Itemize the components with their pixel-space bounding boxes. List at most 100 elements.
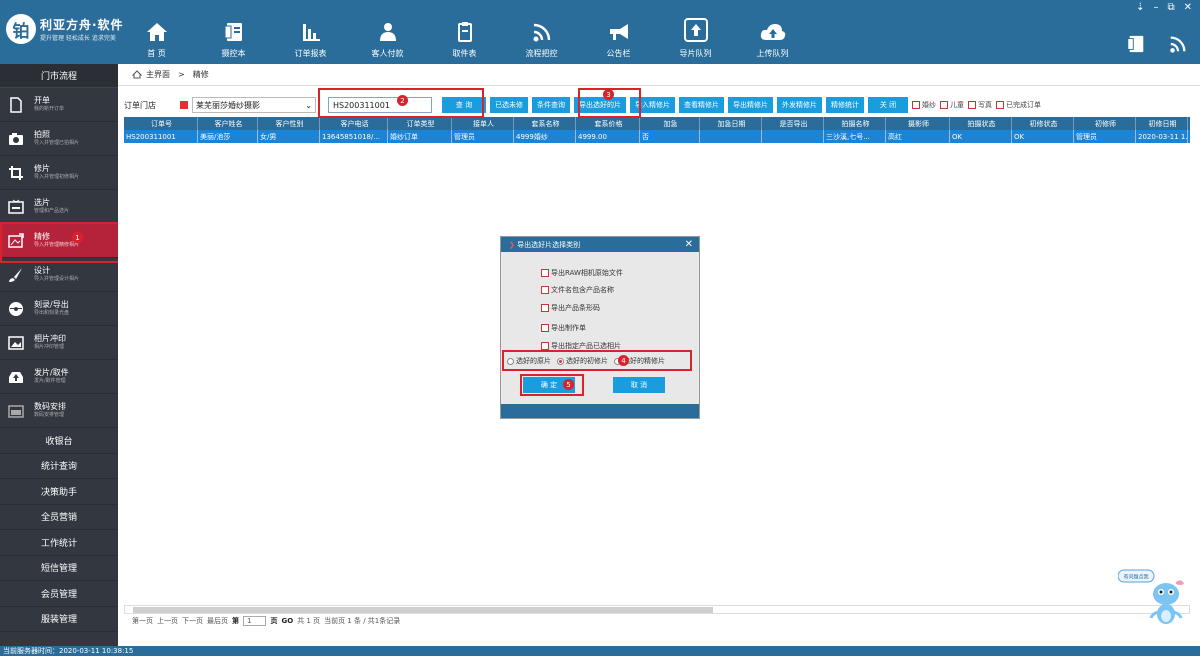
sidebar-item-title: 修片 (34, 164, 50, 173)
column-header[interactable]: 订单号 (124, 117, 198, 130)
column-header[interactable]: 是否导出 (762, 117, 824, 130)
option-filename-product[interactable]: 文件名包含产品名称 (541, 285, 614, 295)
portrait-checkbox[interactable]: 写真 (968, 100, 992, 110)
sidebar-item-burn-export[interactable]: 刻录/导出 导出和刻录光盘 (0, 292, 118, 326)
last-page-link[interactable]: 最后页 (207, 616, 228, 626)
sidebar-item-select[interactable]: 选片 管理和产品选片 (0, 190, 118, 224)
option-raw-files[interactable]: 导出RAW相机原始文件 (541, 268, 623, 278)
nav-order-report[interactable]: 订单报表 (272, 0, 349, 64)
page-number-input[interactable]: 1 (243, 616, 267, 626)
view-retouched-button[interactable]: 查看精修片 (679, 97, 724, 113)
table-row[interactable]: HS200311001 美丽/池莎 女/男 13645851018/... 婚纱… (124, 130, 1190, 143)
nav-label: 客人付款 (371, 49, 404, 58)
breadcrumb-home[interactable]: 主界面 (146, 69, 170, 80)
nav-customer-payment[interactable]: 客人付款 (349, 0, 426, 64)
outsource-retouch-button[interactable]: 外发精修片 (777, 97, 822, 113)
column-header[interactable]: 摄影师 (886, 117, 950, 130)
horizontal-scrollbar[interactable] (124, 605, 1190, 614)
sidebar-item-work-stats[interactable]: 工作统计 (0, 530, 118, 556)
help-mascot-icon[interactable]: 有问题点我 (1118, 568, 1192, 630)
column-header[interactable]: 套系名称 (514, 117, 576, 130)
store-select[interactable]: 订单门店 (124, 97, 174, 113)
column-header[interactable]: 客户电话 (320, 117, 388, 130)
close-icon[interactable]: ✕ (685, 239, 693, 250)
sidebar-item-title: 相片冲印 (34, 334, 66, 343)
condition-query-button[interactable]: 条件查询 (532, 97, 570, 113)
nav-bulletin[interactable]: 公告栏 (580, 0, 657, 64)
first-page-link[interactable]: 第一页 (132, 616, 153, 626)
selected-unretouched-button[interactable]: 已选未修 (490, 97, 528, 113)
sidebar-item-sub: 导入并管理设计相片 (34, 276, 80, 282)
order-table: 订单号 客户姓名 客户性别 客户电话 订单类型 接单人 套系名称 套系价格 加急… (124, 117, 1190, 143)
breadcrumb-sep: > (178, 70, 185, 79)
go-button[interactable]: GO (281, 617, 293, 625)
signal-icon[interactable] (1168, 34, 1188, 54)
sidebar-item-cashier[interactable]: 收银台 (0, 428, 118, 454)
sidebar-item-decision[interactable]: 决策助手 (0, 479, 118, 505)
column-header[interactable]: 初修师 (1074, 117, 1136, 130)
sidebar-item-costume[interactable]: 服装管理 (0, 607, 118, 632)
sidebar-item-sms[interactable]: 短信管理 (0, 556, 118, 581)
sidebar-item-digital-schedule[interactable]: 数码安排 数码安排管理 (0, 394, 118, 428)
table-cell: 13645851018/... (320, 130, 388, 143)
wedding-checkbox[interactable]: 婚纱 (912, 100, 936, 110)
table-cell: 4999婚纱 (514, 130, 576, 143)
export-retouched-button[interactable]: 导出精修片 (728, 97, 773, 113)
sidebar-item-print[interactable]: 相片冲印 相片冲印管理 (0, 326, 118, 360)
column-header[interactable]: 拍摄名称 (824, 117, 886, 130)
completed-orders-checkbox[interactable]: 已完成订单 (996, 100, 1041, 110)
column-header[interactable]: 订单类型 (388, 117, 452, 130)
sidebar-item-member[interactable]: 会员管理 (0, 581, 118, 607)
sidebar-item-shoot[interactable]: 拍照 导入并管理已拍相片 (0, 122, 118, 156)
next-page-link[interactable]: 下一页 (182, 616, 203, 626)
nav-process-control[interactable]: 流程把控 (503, 0, 580, 64)
option-production-sheet[interactable]: 导出制作单 (541, 323, 586, 333)
logo-mark: 铂 (6, 14, 36, 44)
minimize-button[interactable]: – (1153, 2, 1158, 13)
scrollbar-thumb[interactable] (133, 607, 713, 613)
nav-import-queue[interactable]: 导片队列 (657, 0, 734, 64)
close-button[interactable]: 关 闭 (868, 97, 908, 113)
sidebar-item-stats-query[interactable]: 统计查询 (0, 454, 118, 479)
table-cell: 2020-03-11 1... (1136, 130, 1188, 143)
page-total: 共 1 页 (297, 617, 321, 625)
column-header[interactable]: 初修状态 (1012, 117, 1074, 130)
restore-button[interactable]: ⧉ (1167, 2, 1174, 13)
record-count: 当前页 1 条 / 共1条记录 (324, 617, 401, 625)
column-header[interactable]: 套系价格 (576, 117, 640, 130)
column-header[interactable]: 接单人 (452, 117, 514, 130)
column-header[interactable]: 加急日期 (700, 117, 762, 130)
crop-icon (9, 165, 23, 180)
nav-upload-queue[interactable]: 上传队列 (734, 0, 811, 64)
column-header[interactable]: 客户性别 (258, 117, 320, 130)
column-header[interactable]: 加急 (640, 117, 700, 130)
upload-box-icon (683, 18, 708, 42)
sidebar-header: 门市流程 (0, 64, 118, 88)
children-checkbox[interactable]: 儿童 (940, 100, 964, 110)
option-barcode[interactable]: 导出产品条形码 (541, 303, 600, 313)
close-window-button[interactable]: ✕ (1184, 2, 1192, 13)
cancel-button[interactable]: 取 消 (613, 377, 665, 393)
column-header[interactable]: 初修日期 (1136, 117, 1188, 130)
breadcrumb: 主界面 > 精修 (118, 64, 1200, 86)
home-icon[interactable] (132, 70, 142, 79)
nav-home[interactable]: 首 页 (118, 0, 195, 64)
sidebar-item-new-order[interactable]: 开单 我的新开订单 (0, 88, 118, 122)
retouch-stats-button[interactable]: 精修统计 (826, 97, 864, 113)
megaphone-icon (609, 24, 628, 40)
sidebar-item-dispatch[interactable]: 发片/取件 发片/取件管理 (0, 360, 118, 394)
column-header[interactable]: 拍摄状态 (950, 117, 1012, 130)
window-menu-button[interactable]: ⇣ (1136, 2, 1144, 13)
table-cell: 婚纱订单 (388, 130, 452, 143)
sidebar-item-marketing[interactable]: 全员营销 (0, 505, 118, 530)
sidebar-item-design[interactable]: 设计 导入并管理设计相片 (0, 258, 118, 292)
disc-icon (9, 301, 23, 316)
sidebar-item-retouch[interactable]: 修片 导入并管理初修相片 (0, 156, 118, 190)
studio-select[interactable]: 莱芜丽莎婚纱摄影 ⌄ (192, 97, 316, 113)
nav-pickup-table[interactable]: 取件表 (426, 0, 503, 64)
sidebar-item-sub: 导出和刻录光盘 (34, 310, 70, 316)
column-header[interactable]: 客户姓名 (198, 117, 258, 130)
prev-page-link[interactable]: 上一页 (157, 616, 178, 626)
notebook-icon[interactable] (1126, 34, 1146, 54)
nav-photo-plan[interactable]: 摄控本 (195, 0, 272, 64)
